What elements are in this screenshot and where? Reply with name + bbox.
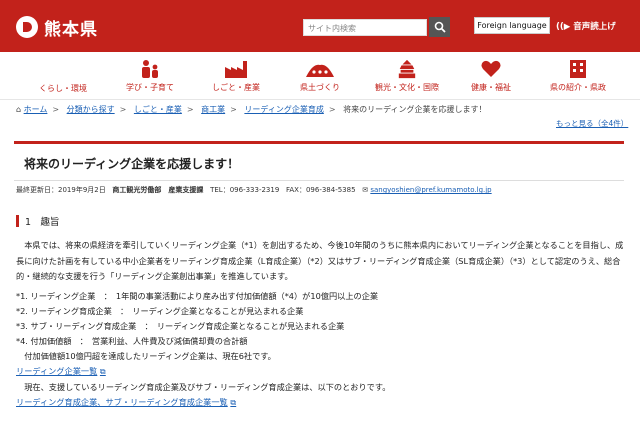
breadcrumb-item[interactable]: リーディング企業育成 [244,105,323,114]
last-updated: 最終更新日：2019年9月2日 [16,186,106,194]
nav-item-education[interactable]: 学び・子育て [110,52,190,100]
nav-item-label: しごと・産業 [212,83,260,92]
note-4: *4. 付加価値額 ： 営業利益、人件費及び減価償却費の合計額 [16,336,248,346]
nav-item-label: 健康・福祉 [471,83,511,92]
breadcrumb: ⌂ ホーム > 分類から探す > しごと・産業 > 商工業 > リーディング企業育成 > … [16,105,487,114]
note-3: *3. サブ・リーディング育成企業 ： リーディング育成企業となることが見込まれ… [16,321,345,331]
section-marker [16,215,19,227]
nav-item-work[interactable]: しごと・産業 [196,52,276,100]
site-name: 熊本県 [44,19,98,40]
site-logo[interactable]: 熊本県 [16,16,98,40]
section-heading: 1 趣旨 [16,214,60,228]
page-meta: 最終更新日：2019年9月2日 商工観光労働部 産業支援課 TEL：096-33… [16,185,492,195]
home-icon: ⌂ [16,105,22,114]
section-title: 1 趣旨 [25,217,60,228]
search-icon [434,21,446,33]
achievement-text: 付加価値額10億円超を達成したリーディング企業は、現在6社です。 [16,351,276,361]
castle-icon [398,59,416,79]
read-aloud-label: 音声読上げ [573,22,616,32]
heart-hand-icon [481,60,501,77]
page-title: 将来のリーディング企業を応援します！ [24,157,240,171]
page-title-box: 将来のリーディング企業を応援します！ [14,141,624,181]
email-link[interactable]: sangyoshien@pref.kumamoto.lg.jp [370,186,491,194]
nav-item-label: くらし・環境 [39,84,87,93]
nav-item-about[interactable]: 県の紹介・県政 [540,52,616,100]
site-header: 熊本県 サイト内検索 Foreign language ((▶ 音声読上げ [0,0,640,52]
fax: FAX：096-384-5385 [285,186,356,194]
breadcrumb-item[interactable]: 分類から探す [67,105,115,114]
support-text: 現在、支援しているリーディング育成企業及びサブ・リーディング育成企業は、以下のと… [16,382,391,392]
read-aloud-button[interactable]: ((▶ 音声読上げ [556,20,616,32]
mountain-icon [306,64,334,77]
speaker-icon: ((▶ [556,22,571,32]
note-1: *1. リーディング企業 ： 1年間の事業活動により産み出す付加価値額（*4）が… [16,291,379,301]
nav-item-label: 学び・子育て [126,83,174,92]
nav-item-label: 観光・文化・国際 [375,83,439,92]
mail-icon: ✉ [362,186,369,194]
breadcrumb-item[interactable]: 商工業 [201,105,225,114]
external-link-icon: ⧉ [230,397,237,407]
nav-item-health[interactable]: 健康・福祉 [456,52,526,100]
search-button[interactable] [429,17,450,37]
nav-item-land[interactable]: 県土づくり [282,52,358,100]
phone: TEL：096-333-2319 [210,186,280,194]
global-nav: くらし・環境 学び・子育て しごと・産業 県土づくり 観光・文化・国際 健康・福… [0,52,640,100]
department: 商工観光労働部 産業支援課 [112,186,204,194]
nav-item-tourism[interactable]: 観光・文化・国際 [364,52,450,100]
more-link[interactable]: もっと見る（全4件） [556,118,628,129]
prefecture-emblem-icon [16,16,38,38]
building-icon [570,60,586,78]
development-companies-link[interactable]: リーディング育成企業、サブ・リーディング育成企業一覧 [16,397,228,407]
breadcrumb-item[interactable]: しごと・産業 [134,105,182,114]
factory-icon [225,61,247,78]
search-input[interactable]: サイト内検索 [303,19,427,36]
breadcrumb-home[interactable]: ホーム [24,105,48,114]
foreign-language-button[interactable]: Foreign language [474,17,550,34]
note-2: *2. リーディング育成企業 ： リーディング企業となることが見込まれる企業 [16,306,304,316]
nav-item-life[interactable]: くらし・環境 [28,52,98,100]
breadcrumb-current: 将来のリーディング企業を応援します！ [343,105,487,114]
external-link-icon: ⧉ [99,366,106,376]
nav-item-label: 県土づくり [300,83,340,92]
family-icon [142,60,158,78]
leading-companies-link[interactable]: リーディング企業一覧 [16,366,97,376]
nav-item-label: 県の紹介・県政 [550,83,606,92]
intro-paragraph: 本県では、将来の県経済を牽引していくリーディング企業（*1）を創出するため、今後… [16,240,624,281]
